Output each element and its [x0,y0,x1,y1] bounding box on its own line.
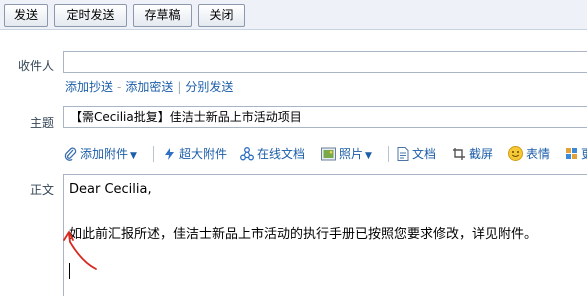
recipient-input[interactable] [63,51,587,73]
big-attachment-label: 超大附件 [179,147,228,161]
more-button[interactable]: 更 [566,145,587,163]
save-draft-button[interactable]: 存草稿 [133,4,192,27]
subject-input[interactable]: 【需Cecilia批复】佳洁士新品上市活动项目 [63,106,587,128]
document-button[interactable]: 文档 [397,145,436,163]
link-separator: - [117,80,122,94]
add-attachment-label: 添加附件 [80,147,129,161]
link-separator: | [177,80,182,94]
grid-icon [566,148,577,159]
message-body-editor[interactable]: Dear Cecilia, 如此前汇报所述，佳洁士新品上市活动的执行手册已按照您… [63,174,587,296]
big-attachment-icon [165,148,174,160]
chevron-down-icon[interactable]: ▼ [130,151,137,161]
photo-icon [321,147,336,161]
body-label: 正文 [29,183,54,197]
add-attachment-button[interactable]: 添加附件 ▼ [64,145,137,163]
emoji-label: 表情 [526,147,551,161]
photo-button[interactable]: 照片 ▼ [321,145,372,163]
send-button[interactable]: 发送 [4,4,48,27]
top-toolbar: 发送 定时发送 存草稿 关闭 [0,0,587,30]
more-label: 更 [581,147,587,161]
document-label: 文档 [412,147,437,161]
big-attachment-button[interactable]: 超大附件 [163,145,227,163]
scissors-icon [453,148,465,160]
red-arrow-annotation [63,231,97,270]
document-icon [397,147,409,161]
toolbar-divider [153,146,154,162]
online-doc-label: 在线文档 [257,147,306,161]
online-doc-button[interactable]: 在线文档 [240,145,305,163]
subject-label: 主题 [29,116,54,130]
recipient-label: 收件人 [17,59,54,73]
separate-send-link[interactable]: 分别发送 [185,80,233,94]
share-nodes-icon [240,147,254,161]
recipient-links: 添加抄送 - 添加密送 | 分别发送 [65,78,233,95]
close-button[interactable]: 关闭 [198,4,245,27]
add-cc-link[interactable]: 添加抄送 [65,80,113,94]
schedule-send-button[interactable]: 定时发送 [54,4,127,27]
screenshot-label: 截屏 [469,147,494,161]
smiley-icon [508,146,523,161]
screenshot-button[interactable]: 截屏 [452,145,493,163]
paperclip-icon [64,147,77,161]
emoji-button[interactable]: 表情 [508,145,550,163]
toolbar-divider [388,146,389,162]
chevron-down-icon[interactable]: ▼ [365,151,372,161]
body-paragraph: 如此前汇报所述，佳洁士新品上市活动的执行手册已按照您要求修改，详见附件。 [69,227,538,242]
photo-label: 照片 [339,147,364,161]
add-bcc-link[interactable]: 添加密送 [125,80,173,94]
body-greeting: Dear Cecilia, [69,182,152,197]
